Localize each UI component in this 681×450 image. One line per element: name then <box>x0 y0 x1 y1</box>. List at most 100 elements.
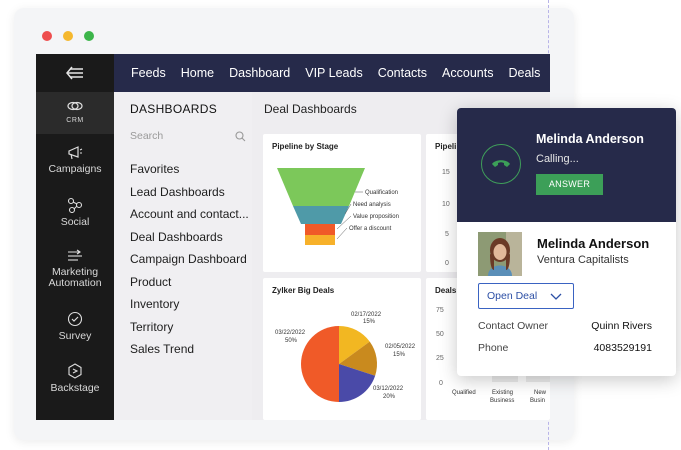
tab-vip-leads[interactable]: VIP Leads <box>305 66 362 80</box>
contact-owner-label: Contact Owner <box>478 320 549 332</box>
tab-contacts[interactable]: Contacts <box>378 66 427 80</box>
nav-item-social[interactable]: Social <box>36 186 114 238</box>
search-placeholder: Search <box>130 130 164 142</box>
dashboard-item-deal[interactable]: Deal Dashboards <box>130 226 252 249</box>
pie-label-pct-3: 50% <box>285 338 298 344</box>
dashboards-list: Favorites Lead Dashboards Account and co… <box>130 158 252 361</box>
pie-label-date-1: 02/05/2022 <box>385 344 416 350</box>
dashboards-panel: DASHBOARDS Search Favorites Lead Dashboa… <box>114 92 252 420</box>
dashboards-title: DASHBOARDS <box>130 102 218 116</box>
tab-home[interactable]: Home <box>181 66 214 80</box>
page-title: Deal Dashboards <box>264 102 357 116</box>
funnel-label-value-proposition: Value proposition <box>353 214 399 220</box>
window-controls <box>42 31 94 41</box>
nav-label-social: Social <box>60 215 90 228</box>
funnel-label-need-analysis: Need analysis <box>353 202 391 208</box>
contact-owner-value: Quinn Rivers <box>591 320 652 332</box>
dashboard-item-product[interactable]: Product <box>130 271 252 294</box>
nav-label-survey: Survey <box>58 329 92 342</box>
crm-icon <box>67 101 83 110</box>
caller-name: Melinda Anderson <box>536 132 644 146</box>
funnel-chart: Qualification Need analysis Value propos… <box>277 168 399 245</box>
big-deals-card[interactable]: Zylker Big Deals 02/17/2022 15% 02/05/20… <box>263 278 421 420</box>
pipeline-ytick-10: 10 <box>442 201 450 208</box>
dashboard-item-lead[interactable]: Lead Dashboards <box>130 181 252 204</box>
funnel-label-offer-discount: Offer a discount <box>349 226 392 232</box>
pie-label-date-3: 03/22/2022 <box>275 330 306 336</box>
pipeline-ytick-5: 5 <box>445 231 449 238</box>
nav-item-crm[interactable]: CRM <box>36 92 114 134</box>
pie-label-pct-2: 20% <box>383 394 396 400</box>
pie-slice-3 <box>301 326 339 402</box>
contact-photo <box>478 232 522 276</box>
campaigns-icon <box>68 145 83 159</box>
social-icon <box>67 197 83 213</box>
funnel-label-qualification: Qualification <box>365 190 398 196</box>
funnel-stage-need-analysis <box>293 206 349 224</box>
call-status: Calling... <box>536 153 579 165</box>
marketing-automation-icon <box>68 249 82 261</box>
nav-item-campaigns[interactable]: Campaigns <box>36 134 114 186</box>
tab-dashboard[interactable]: Dashboard <box>229 66 290 80</box>
pipeline-card[interactable]: Pipeline by Stage Qualification Need ana… <box>263 134 421 272</box>
tab-accounts[interactable]: Accounts <box>442 66 493 80</box>
minimize-dot[interactable] <box>63 31 73 41</box>
call-header: Melinda Anderson Calling... ANSWER <box>457 108 676 222</box>
nav-item-backstage[interactable]: Backstage <box>36 352 114 404</box>
deals-ytick-50: 50 <box>436 331 444 338</box>
chevron-down-icon <box>550 293 562 300</box>
call-indicator <box>481 144 521 184</box>
nav-label-crm: CRM <box>66 116 84 124</box>
collapse-menu-button[interactable] <box>36 54 114 92</box>
phone-label: Phone <box>478 342 509 354</box>
top-tab-bar: Feeds Home Dashboard VIP Leads Contacts … <box>114 54 550 92</box>
collapse-menu-icon <box>66 66 83 80</box>
phone-icon <box>492 160 510 167</box>
open-deal-label: Open Deal <box>487 290 538 302</box>
funnel-stage-value-proposition <box>305 224 335 235</box>
deals-bar-new <box>526 376 550 382</box>
survey-icon <box>67 311 83 326</box>
funnel-stage-qualification <box>277 168 365 206</box>
pie-label-date-0: 02/17/2022 <box>351 312 382 318</box>
dashboard-item-inventory[interactable]: Inventory <box>130 293 252 316</box>
answer-button[interactable]: ANSWER <box>536 174 603 195</box>
left-nav: CRM Campaigns Social Marketing Automatio… <box>36 54 114 420</box>
nav-label-automation: Automation <box>48 277 102 289</box>
search-input[interactable]: Search <box>130 130 246 148</box>
phone-value: 4083529191 <box>593 342 652 354</box>
deals-ytick-25: 25 <box>436 355 444 362</box>
pie-label-pct-0: 15% <box>363 319 376 325</box>
deals-cat-existing-line1: Existing <box>492 390 513 396</box>
dashboard-item-sales-trend[interactable]: Sales Trend <box>130 338 252 361</box>
nav-label-campaigns: Campaigns <box>48 162 102 175</box>
deals-cat-existing-line2: Business <box>490 398 514 404</box>
incoming-call-popup: Melinda Anderson Calling... ANSWER Melin… <box>457 108 676 376</box>
deals-ytick-0: 0 <box>439 380 443 387</box>
maximize-dot[interactable] <box>84 31 94 41</box>
contact-name: Melinda Anderson <box>537 236 650 251</box>
dashboard-item-campaign[interactable]: Campaign Dashboard <box>130 248 252 271</box>
contact-avatar <box>478 232 522 276</box>
deals-cat-new-line1: New <box>534 390 547 396</box>
pipeline-ytick-0: 0 <box>445 260 449 267</box>
pipeline-ytick-15: 15 <box>442 169 450 176</box>
nav-item-survey[interactable]: Survey <box>36 300 114 352</box>
dashboard-item-account-contact[interactable]: Account and contact... <box>130 203 252 226</box>
deals-cat-new-line2: Busin <box>530 398 545 404</box>
deals-ytick-75: 75 <box>436 307 444 314</box>
pie-label-date-2: 03/12/2022 <box>373 386 404 392</box>
pie-label-pct-1: 15% <box>393 352 406 358</box>
funnel-stage-offer-discount <box>305 235 335 245</box>
backstage-icon <box>68 362 82 379</box>
close-dot[interactable] <box>42 31 52 41</box>
open-deal-dropdown[interactable]: Open Deal <box>478 283 574 309</box>
nav-label-backstage: Backstage <box>50 381 100 394</box>
dashboard-item-territory[interactable]: Territory <box>130 316 252 339</box>
tab-feeds[interactable]: Feeds <box>131 66 166 80</box>
dashboard-item-favorites[interactable]: Favorites <box>130 158 252 181</box>
pie-chart: 02/17/2022 15% 02/05/2022 15% 03/12/2022… <box>275 312 416 402</box>
nav-item-marketing-automation[interactable]: Marketing Automation <box>36 238 114 300</box>
contact-company: Ventura Capitalists <box>537 254 629 266</box>
tab-deals[interactable]: Deals <box>508 66 540 80</box>
